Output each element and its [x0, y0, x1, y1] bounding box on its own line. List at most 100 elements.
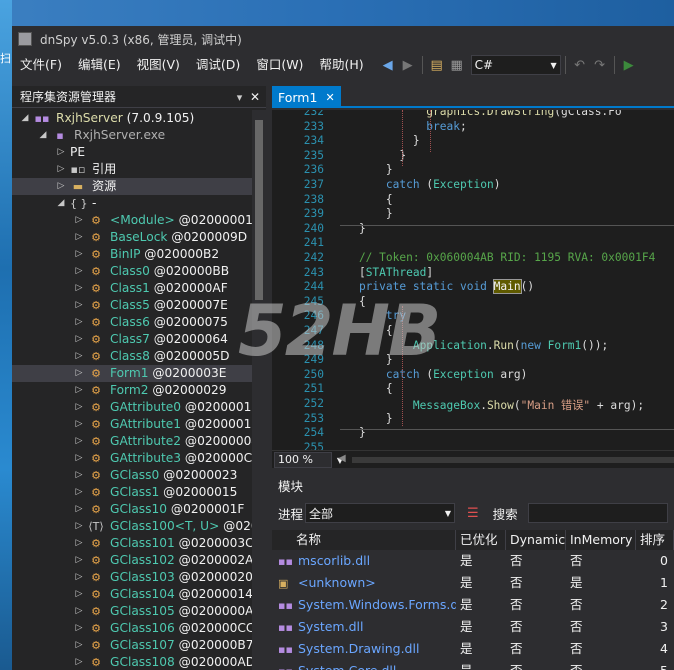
menu-edit[interactable]: 编辑(E) — [70, 52, 129, 78]
tree-item[interactable]: ▷ ⟨T⟩ GClass100<T, U> @020 — [12, 518, 252, 535]
tree-item[interactable]: ▷ ⚙ GAttribute0 @0200001E — [12, 399, 252, 416]
expand-arrow-icon[interactable]: ▷ — [74, 450, 84, 467]
expand-arrow-icon[interactable]: ▷ — [74, 467, 84, 484]
tree-item[interactable]: ▷ ⚙ GClass102 @0200002A — [12, 552, 252, 569]
tree-item[interactable]: ▷ ⚙ GClass1 @02000015 — [12, 484, 252, 501]
tree-item[interactable]: ▷ ⚙ BinIP @020000B2 — [12, 246, 252, 263]
column-header-name[interactable]: 名称 — [272, 530, 456, 550]
expand-arrow-icon[interactable]: ▷ — [74, 416, 84, 433]
redo-icon[interactable]: ↷ — [590, 55, 610, 75]
collapse-arrow-icon[interactable]: ◢ — [20, 110, 30, 127]
close-icon[interactable]: ✕ — [325, 91, 334, 104]
tree-item[interactable]: ▷ ⚙ Class6 @02000075 — [12, 314, 252, 331]
tree-item[interactable]: ◢ ▪▪ RxjhServer (7.0.9.105) — [12, 110, 252, 127]
tab-form1[interactable]: Form1 ✕ — [272, 86, 341, 108]
collapse-arrow-icon[interactable]: ◢ — [56, 195, 66, 212]
nav-back-icon[interactable]: ◀ — [378, 55, 398, 75]
expand-arrow-icon[interactable]: ▷ — [74, 399, 84, 416]
expand-arrow-icon[interactable]: ▷ — [74, 382, 84, 399]
menu-help[interactable]: 帮助(H) — [311, 52, 371, 78]
expand-arrow-icon[interactable]: ▷ — [74, 433, 84, 450]
tree-item[interactable]: ▷ ⚙ GClass106 @020000CC — [12, 620, 252, 637]
tree-item[interactable]: ▷ ⚙ Class7 @02000064 — [12, 331, 252, 348]
undo-icon[interactable]: ↶ — [570, 55, 590, 75]
expand-arrow-icon[interactable]: ▷ — [74, 501, 84, 518]
tree-scrollbar[interactable] — [252, 110, 266, 670]
table-row[interactable]: ▣ <unknown> 是 否 是 1 — [272, 572, 674, 594]
menu-debug[interactable]: 调试(D) — [188, 52, 248, 78]
expand-arrow-icon[interactable]: ▷ — [74, 518, 84, 535]
expand-arrow-icon[interactable]: ▷ — [74, 229, 84, 246]
dropdown-icon[interactable]: ▾ — [237, 91, 243, 104]
table-row[interactable]: ▪▪ mscorlib.dll 是 否 否 0 — [272, 550, 674, 572]
expand-arrow-icon[interactable]: ▷ — [56, 178, 66, 195]
expand-arrow-icon[interactable]: ▷ — [74, 603, 84, 620]
zoom-select[interactable]: 100 % ▼ — [274, 452, 343, 468]
expand-arrow-icon[interactable]: ▷ — [74, 246, 84, 263]
expand-arrow-icon[interactable]: ▷ — [74, 484, 84, 501]
close-icon[interactable]: ✕ — [250, 90, 260, 104]
tree-item[interactable]: ▷ ⚙ Class8 @0200005D — [12, 348, 252, 365]
tree-item[interactable]: ▷ ⚙ GClass107 @020000B7 — [12, 637, 252, 654]
tree-item[interactable]: ▷ ⚙ GClass103 @02000020 — [12, 569, 252, 586]
expand-arrow-icon[interactable]: ▷ — [74, 637, 84, 654]
nav-forward-icon[interactable]: ▶ — [398, 55, 418, 75]
column-header-optimized[interactable]: 已优化 — [456, 530, 506, 550]
expand-arrow-icon[interactable]: ▷ — [56, 161, 66, 178]
tree-item[interactable]: ▷ ▪▫ 引用 — [12, 161, 252, 178]
scroll-left-icon[interactable]: ◀ — [338, 453, 346, 464]
expand-arrow-icon[interactable]: ▷ — [74, 365, 84, 382]
expand-arrow-icon[interactable]: ▷ — [74, 263, 84, 280]
tree-item[interactable]: ▷ ▬ 资源 — [12, 178, 252, 195]
expand-arrow-icon[interactable]: ▷ — [74, 314, 84, 331]
process-select[interactable]: 全部 ▼ — [305, 503, 456, 523]
expand-arrow-icon[interactable]: ▷ — [74, 331, 84, 348]
open-list-icon[interactable]: ▦ — [447, 55, 467, 75]
tree-item[interactable]: ▷ ⚙ GClass105 @0200000A — [12, 603, 252, 620]
table-row[interactable]: ▪▪ System.Windows.Forms.dll 是 否 否 2 — [272, 594, 674, 616]
tree-item[interactable]: ▷ ⚙ GAttribute1 @02000012 — [12, 416, 252, 433]
clear-list-icon[interactable]: ☰ — [467, 506, 479, 521]
expand-arrow-icon[interactable]: ▷ — [74, 654, 84, 670]
expand-arrow-icon[interactable]: ▷ — [74, 620, 84, 637]
tree-item[interactable]: ◢ ▪ RxjhServer.exe — [12, 127, 252, 144]
tree-item[interactable]: ▷ ⚙ Form1 @0200003E — [12, 365, 252, 382]
menu-file[interactable]: 文件(F) — [12, 52, 70, 78]
expand-arrow-icon[interactable]: ▷ — [74, 569, 84, 586]
tree-item[interactable]: ▷ ⚙ Class1 @020000AF — [12, 280, 252, 297]
expand-arrow-icon[interactable]: ▷ — [74, 586, 84, 603]
language-select[interactable]: C# ▼ — [470, 55, 561, 75]
expand-arrow-icon[interactable]: ▷ — [74, 212, 84, 229]
table-row[interactable]: ▪▪ System.Core.dll 是 否 否 5 — [272, 660, 674, 670]
collapse-arrow-icon[interactable]: ◢ — [38, 127, 48, 144]
tree-item[interactable]: ◢ { } - — [12, 195, 252, 212]
expand-arrow-icon[interactable]: ▷ — [74, 348, 84, 365]
expand-arrow-icon[interactable]: ▷ — [74, 552, 84, 569]
scrollbar-thumb[interactable] — [255, 120, 263, 300]
menu-view[interactable]: 视图(V) — [129, 52, 188, 78]
tree-item[interactable]: ▷ ⚙ GClass104 @02000014 — [12, 586, 252, 603]
tree-item[interactable]: ▷ ⚙ Class5 @0200007E — [12, 297, 252, 314]
table-row[interactable]: ▪▪ System.dll 是 否 否 3 — [272, 616, 674, 638]
tree-item[interactable]: ▷ ⚙ GClass10 @0200001F — [12, 501, 252, 518]
horizontal-scrollbar[interactable] — [352, 457, 674, 463]
tree-item[interactable]: ▷ ⚙ GAttribute3 @020000C4 — [12, 450, 252, 467]
code-editor[interactable]: 232 233 234 235 236 237 238 239 240 241 242 243 244 2… — [272, 110, 674, 450]
column-header-order[interactable]: 排序 — [636, 530, 674, 550]
tree-item[interactable]: ▷ ⚙ BaseLock @0200009D — [12, 229, 252, 246]
start-debug-icon[interactable]: ▶ — [619, 55, 639, 75]
tree-item[interactable]: ▷ ⚙ GAttribute2 @02000004 — [12, 433, 252, 450]
table-row[interactable]: ▪▪ System.Drawing.dll 是 否 否 4 — [272, 638, 674, 660]
expand-arrow-icon[interactable]: ▷ — [74, 280, 84, 297]
open-assembly-icon[interactable]: ▤ — [427, 55, 447, 75]
search-input[interactable] — [527, 503, 668, 523]
tree-item[interactable]: ▷ ⚙ Class0 @020000BB — [12, 263, 252, 280]
expand-arrow-icon[interactable]: ▷ — [74, 297, 84, 314]
column-header-inmemory[interactable]: InMemory — [566, 530, 636, 550]
tree-item[interactable]: ▷ PE — [12, 144, 252, 161]
tree-item[interactable]: ▷ ⚙ GClass101 @0200003C — [12, 535, 252, 552]
tree-item[interactable]: ▷ ⚙ <Module> @02000001 — [12, 212, 252, 229]
menu-window[interactable]: 窗口(W) — [248, 52, 311, 78]
expand-arrow-icon[interactable]: ▷ — [74, 535, 84, 552]
tree-item[interactable]: ▷ ⚙ Form2 @02000029 — [12, 382, 252, 399]
